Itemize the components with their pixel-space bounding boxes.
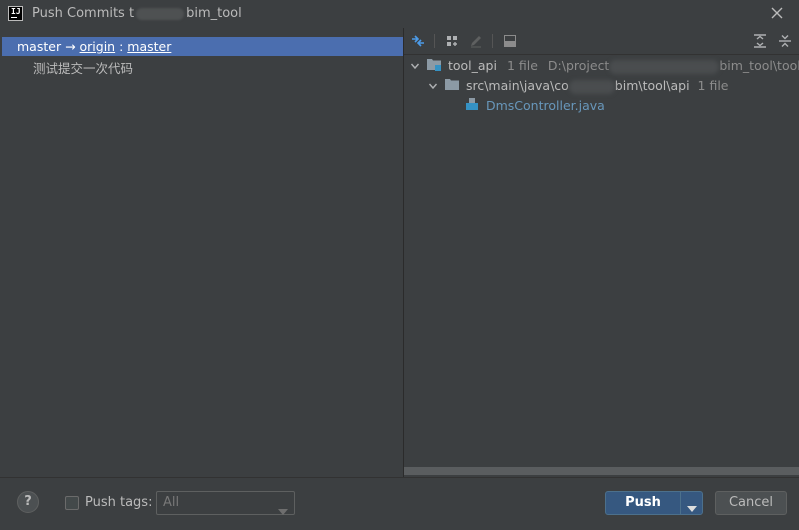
expand-all-icon[interactable] — [752, 33, 768, 49]
chevron-down-icon — [278, 501, 288, 523]
collapse-all-icon[interactable] — [777, 33, 793, 49]
dialog-footer: ? Push tags: All Push Cancel — [0, 477, 799, 530]
folder-path-prefix: src\main\java\co — [465, 78, 569, 93]
redacted-blur — [568, 79, 615, 94]
folder-file-count: 1 file — [697, 78, 729, 93]
branch-separator: : — [115, 39, 128, 54]
edit-source-icon[interactable] — [468, 33, 484, 49]
help-button[interactable]: ? — [17, 491, 39, 513]
tree-row-folder[interactable]: src\main\java\co bim\tool\api 1 file — [428, 77, 729, 95]
intellij-app-icon: IJ — [8, 6, 23, 21]
module-path-prefix: D:\project — [547, 58, 610, 73]
changes-pane: tool_api 1 file D:\project bim_tool\tool_… — [404, 28, 799, 477]
changes-toolbar — [404, 28, 799, 55]
chevron-down-icon[interactable] — [410, 58, 422, 76]
branch-push-row[interactable]: master → origin : master — [2, 37, 403, 56]
remote-link[interactable]: origin — [80, 39, 116, 54]
redacted-blur — [136, 7, 185, 20]
push-button[interactable]: Push — [605, 491, 681, 515]
push-arrow-text: → — [61, 39, 80, 54]
commits-pane: master → origin : master 测试提交一次代码 — [2, 28, 404, 477]
cancel-button[interactable]: Cancel — [715, 491, 787, 515]
chevron-down-icon — [687, 501, 697, 516]
toolbar-separator — [492, 34, 493, 48]
toolbar-separator — [434, 34, 435, 48]
module-path-suffix: bim_tool\tool_a — [719, 58, 799, 73]
group-by-icon[interactable] — [444, 33, 460, 49]
window-title-suffix: bim_tool — [186, 6, 242, 21]
tree-row-file[interactable]: DmsController.java — [464, 97, 605, 115]
remote-branch-link[interactable]: master — [127, 39, 171, 54]
push-options-dropdown[interactable] — [680, 491, 703, 515]
window-title: Push Commits t bim_tool — [32, 6, 242, 21]
close-icon[interactable] — [769, 5, 785, 21]
horizontal-scrollbar[interactable] — [404, 467, 799, 475]
tags-select-value: All — [163, 495, 180, 510]
push-tags-checkbox[interactable] — [65, 496, 79, 510]
title-bar: IJ Push Commits t bim_tool — [0, 0, 799, 28]
window-title-prefix: Push Commits t — [32, 6, 135, 21]
module-file-count: 1 file — [506, 58, 538, 73]
chevron-down-icon[interactable] — [428, 78, 440, 96]
push-tags-label: Push tags: — [85, 495, 153, 510]
folder-icon — [444, 77, 462, 96]
java-class-icon — [464, 97, 482, 116]
show-diff-icon[interactable] — [410, 33, 426, 49]
commit-item[interactable]: 测试提交一次代码 — [33, 58, 133, 77]
module-folder-icon — [426, 57, 444, 76]
local-branch: master — [17, 39, 62, 54]
folder-path-suffix: bim\tool\api — [614, 78, 690, 93]
preview-icon[interactable] — [502, 33, 518, 49]
module-name: tool_api — [447, 58, 497, 73]
tree-row-module[interactable]: tool_api 1 file D:\project bim_tool\tool_… — [410, 57, 799, 75]
file-name: DmsController.java — [485, 98, 605, 113]
tags-select[interactable]: All — [156, 491, 295, 515]
redacted-blur — [609, 59, 720, 74]
